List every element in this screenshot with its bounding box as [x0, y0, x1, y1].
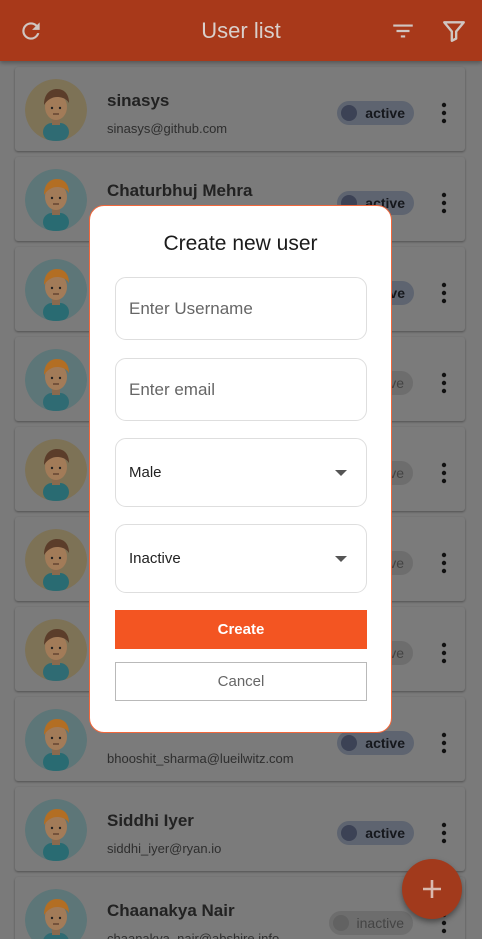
more-vert-icon[interactable] — [437, 371, 451, 395]
more-vert-icon[interactable] — [437, 731, 451, 755]
user-name: Siddhi Iyer — [107, 811, 194, 830]
avatar — [25, 529, 87, 591]
more-vert-icon[interactable] — [437, 641, 451, 665]
status-badge[interactable]: active — [337, 821, 414, 845]
status-dot — [341, 735, 358, 751]
status-badge[interactable]: inactive — [328, 911, 413, 935]
avatar — [25, 709, 87, 771]
create-user-dialog: Create new user Male Inactive Create Can… — [89, 205, 392, 733]
user-email: chaanakya_nair@abshire.info — [107, 931, 280, 939]
avatar — [25, 889, 87, 939]
status-label: active — [365, 735, 405, 751]
dropdown-arrow-icon — [335, 469, 347, 476]
more-vert-icon[interactable] — [437, 461, 451, 485]
add-user-button[interactable] — [402, 859, 462, 919]
status-label: inactive — [356, 915, 404, 931]
status-label: active — [365, 825, 405, 841]
avatar — [25, 619, 87, 681]
avatar — [25, 169, 87, 231]
user-name: Chaturbhuj Mehra — [107, 181, 253, 200]
gender-value: Male — [129, 464, 162, 481]
status-badge[interactable]: active — [337, 101, 414, 125]
status-label: active — [365, 105, 405, 121]
user-email: bhooshit_sharma@lueilwitz.com — [107, 751, 294, 766]
avatar — [25, 349, 87, 411]
more-vert-icon[interactable] — [437, 101, 451, 125]
user-card[interactable]: sinasys sinasys@github.com active — [15, 67, 465, 151]
app-bar: User list — [0, 0, 482, 61]
create-button[interactable]: Create — [115, 610, 367, 649]
avatar — [25, 259, 87, 321]
user-email: sinasys@github.com — [107, 121, 228, 136]
email-field[interactable] — [115, 358, 367, 421]
user-email: siddhi_iyer@ryan.io — [107, 841, 222, 856]
sort-icon[interactable] — [390, 18, 416, 44]
user-card[interactable]: Siddhi Iyer siddhi_iyer@ryan.io active — [15, 787, 465, 871]
user-name: Chaanakya Nair — [107, 901, 235, 920]
status-badge[interactable]: active — [337, 731, 414, 755]
status-dot — [341, 825, 358, 841]
email-input[interactable] — [116, 359, 366, 420]
more-vert-icon[interactable] — [437, 281, 451, 305]
avatar — [25, 79, 87, 141]
username-field[interactable] — [115, 277, 367, 340]
user-name: sinasys — [107, 91, 170, 110]
status-dot — [341, 105, 358, 121]
avatar — [25, 439, 87, 501]
dialog-title: Create new user — [163, 232, 318, 255]
filter-icon[interactable] — [441, 18, 467, 44]
add-icon — [423, 880, 441, 898]
status-select[interactable]: Inactive — [115, 524, 367, 593]
more-vert-icon[interactable] — [437, 821, 451, 845]
dropdown-arrow-icon — [335, 555, 347, 562]
cancel-button[interactable]: Cancel — [115, 662, 367, 701]
more-vert-icon[interactable] — [437, 551, 451, 575]
status-value: Inactive — [129, 550, 181, 567]
status-dot — [332, 915, 349, 931]
user-card[interactable]: Chaanakya Nair chaanakya_nair@abshire.in… — [15, 877, 465, 939]
more-vert-icon[interactable] — [437, 191, 451, 215]
gender-select[interactable]: Male — [115, 438, 367, 507]
username-input[interactable] — [116, 278, 366, 339]
avatar — [25, 799, 87, 861]
